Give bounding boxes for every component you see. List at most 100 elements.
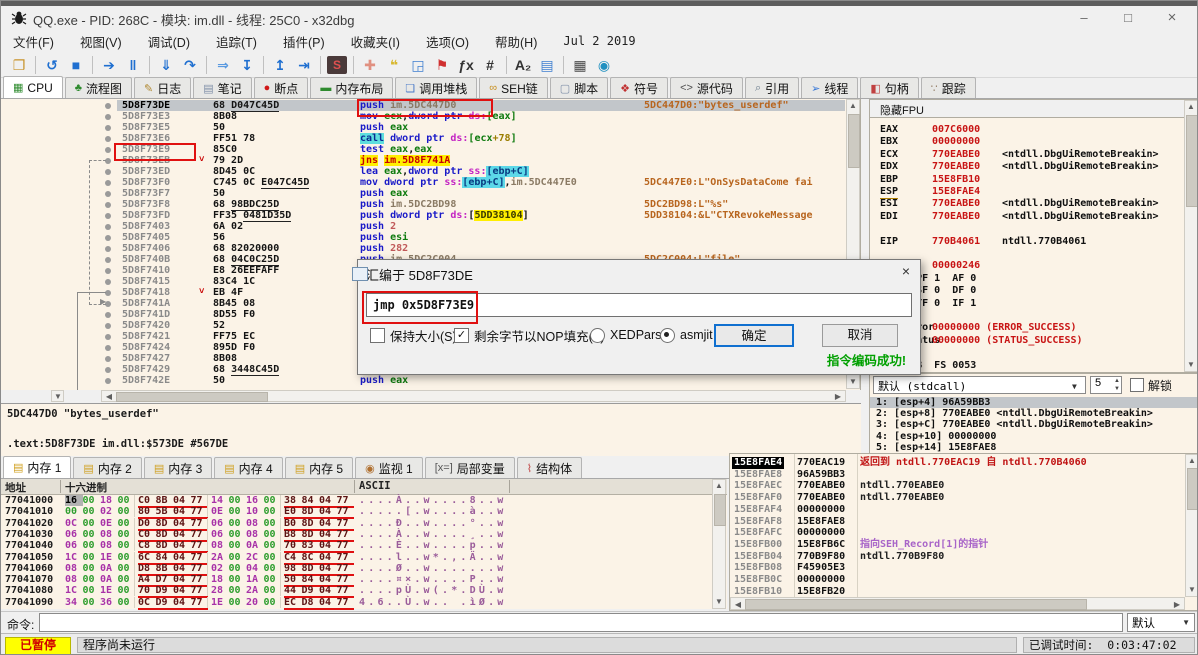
help-icon[interactable]: ◉ bbox=[592, 54, 616, 76]
bookmarks-icon[interactable]: ⚑ bbox=[430, 54, 454, 76]
disasm-row[interactable]: 5D8F742E 50 push eax bbox=[1, 375, 846, 386]
command-input[interactable] bbox=[39, 613, 1123, 632]
breakpoint-dot-icon[interactable] bbox=[105, 102, 111, 109]
tab-symbols[interactable]: ❖ 符号 bbox=[610, 77, 669, 98]
radio-selected-icon[interactable] bbox=[660, 327, 675, 343]
tab-watch1[interactable]: ◉ 监视 1 bbox=[355, 457, 423, 478]
register-row[interactable]: EBX 00000000 bbox=[870, 136, 1184, 148]
argument-row[interactable]: 5: [esp+14] 15E8FAE8 bbox=[870, 442, 1197, 453]
stack-row[interactable]: 15E8FB10 15E8FB20 bbox=[730, 586, 1185, 598]
calculator-icon[interactable]: ▦ bbox=[568, 54, 592, 76]
tab-graph[interactable]: ♣ 流程图 bbox=[64, 77, 132, 98]
asmjit-radio[interactable]: asmjit bbox=[660, 326, 713, 344]
stack-row[interactable]: 15E8FAE8 96A59BB3 bbox=[730, 469, 1185, 481]
stack-row[interactable]: 15E8FAE4 770EAC19 返回到 ntdll.770EAC19 自 ntd… bbox=[730, 457, 1185, 469]
stack-row[interactable]: 15E8FAF8 15E8FAE8 bbox=[730, 516, 1185, 528]
disasm-row[interactable]: 5D8F7403 6A 02 push 2 bbox=[1, 221, 846, 232]
tab-seh[interactable]: ∞ SEH链 bbox=[479, 77, 548, 98]
breakpoint-dot-icon[interactable] bbox=[105, 113, 111, 120]
register-row[interactable]: EDI 770EABE0 <ntdll.DbgUiRemoteBreakin> bbox=[870, 211, 1184, 223]
tab-threads[interactable]: ➢ 线程 bbox=[801, 77, 859, 98]
dump-row[interactable]: 77041040 06 00 08 00 C8 8D 04 77 08 00 0A 00 70 83 04 77… bbox=[1, 540, 711, 554]
labels-icon[interactable]: ◲ bbox=[406, 54, 430, 76]
tab-cpu[interactable]: ▦ CPU bbox=[3, 76, 63, 98]
menu-调试(D)[interactable]: 调试(D) bbox=[148, 32, 190, 51]
tab-references[interactable]: ⌕ 引用 bbox=[744, 77, 800, 98]
run-trace-icon[interactable]: ⇒ bbox=[211, 54, 235, 76]
disasm-row[interactable]: 5D8F73ED 8D45 0C lea eax,dword ptr ss:[ebp… bbox=[1, 166, 846, 177]
checkbox-icon[interactable] bbox=[370, 327, 385, 343]
minimize-button[interactable]: – bbox=[1065, 6, 1103, 30]
menu-收藏夹(I)[interactable]: 收藏夹(I) bbox=[351, 32, 400, 51]
fill-nop-checkbox[interactable]: ✓ 剩余字节以NOP填充(F) bbox=[454, 326, 605, 344]
argument-row[interactable]: 3: [esp+C] 770EABE0 <ntdll.DbgUiRemoteBr… bbox=[870, 419, 1197, 430]
register-row[interactable]: ECX 770EABE0 <ntdll.DbgUiRemoteBreakin> bbox=[870, 149, 1184, 161]
ok-button[interactable]: 确定 bbox=[714, 324, 794, 347]
register-row[interactable]: ESI 770EABE0 <ntdll.DbgUiRemoteBreakin> bbox=[870, 198, 1184, 210]
command-mode-select[interactable]: 默认 ▼ bbox=[1127, 613, 1195, 632]
unlock-checkbox[interactable] bbox=[1130, 378, 1144, 392]
stack-row[interactable]: 15E8FAF4 00000000 bbox=[730, 504, 1185, 516]
dump-row[interactable]: 77041010 00 00 02 00 80 5B 04 77 0E 00 10 00 E0 8D 04 77… bbox=[1, 506, 711, 520]
argument-row[interactable]: 2: [esp+8] 770EABE0 <ntdll.DbgUiRemoteBr… bbox=[870, 408, 1197, 419]
attach-icon[interactable]: ⇥ bbox=[292, 54, 316, 76]
tab-dump4[interactable]: ▤ 内存 4 bbox=[214, 457, 283, 478]
tab-dump5[interactable]: ▤ 内存 5 bbox=[284, 457, 354, 478]
cancel-button[interactable]: 取消 bbox=[822, 324, 898, 347]
stack-row[interactable]: 15E8FB08 F45905E3 bbox=[730, 562, 1185, 574]
disasm-row[interactable]: 5D8F73E5 50 push eax bbox=[1, 122, 846, 133]
menu-插件(P)[interactable]: 插件(P) bbox=[283, 32, 325, 51]
tab-dump2[interactable]: ▤ 内存 2 bbox=[73, 457, 142, 478]
step-out-icon[interactable]: ↧ bbox=[235, 54, 259, 76]
patches-icon[interactable]: ✚ bbox=[358, 54, 382, 76]
dump-row[interactable]: 77041030 06 00 08 00 C0 8D 04 77 06 00 08 00 B8 8D 04 77… bbox=[1, 528, 711, 542]
hash-icon[interactable]: # bbox=[478, 54, 502, 76]
tab-trace[interactable]: ∵ 跟踪 bbox=[920, 77, 976, 98]
xedparse-radio[interactable]: XEDParse bbox=[590, 326, 668, 344]
disasm-hscrollbar[interactable]: ◀ ▶ bbox=[101, 390, 846, 402]
dump-row[interactable]: 77041000 16 00 18 00 C0 8B 04 77 14 00 16 00 38 84 04 77… bbox=[1, 495, 711, 508]
close-button[interactable]: × bbox=[1153, 6, 1191, 30]
tab-script[interactable]: ▢ 脚本 bbox=[549, 77, 609, 98]
argument-row[interactable]: 1: [esp+4] 96A59BB3 bbox=[870, 397, 1197, 409]
hide-fpu-button[interactable]: 隐藏FPU bbox=[870, 100, 1184, 118]
register-row[interactable]: EBP 15E8FB10 bbox=[870, 174, 1184, 186]
strings-icon[interactable]: A₂ bbox=[511, 54, 535, 76]
tab-memory-map[interactable]: ▬ 内存布局 bbox=[310, 77, 394, 98]
functions-icon[interactable]: ƒx bbox=[454, 54, 478, 76]
disasm-row[interactable]: 5D8F7406 68 82020000 push 282 bbox=[1, 243, 846, 254]
dump-row[interactable]: 77041050 1C 00 1E 00 6C 84 04 77 2A 00 2C 00 C4 8C 04 77… bbox=[1, 551, 711, 565]
open-file-icon[interactable]: ❐ bbox=[7, 54, 31, 76]
dump-row[interactable]: 77041090 34 00 36 00 0C D9 04 77 1E 00 20 00 EC D8 04 77… bbox=[1, 596, 711, 610]
stack-row[interactable]: 15E8FAEC 770EABE0 ntdll.770EABE0 bbox=[730, 480, 1185, 492]
dump-row[interactable]: 77041020 0C 00 0E 00 D0 8D 04 77 06 00 08 00 B0 8D 04 77… bbox=[1, 517, 711, 531]
stack-panel[interactable]: 15E8FAE4 770EAC19 返回到 ntdll.770EAC19 自 ntd… bbox=[729, 453, 1197, 611]
stop-icon[interactable]: ■ bbox=[64, 54, 88, 76]
stack-vscrollbar[interactable]: ▲ ▼ bbox=[1185, 454, 1197, 597]
tab-notes[interactable]: ▤ 笔记 bbox=[193, 77, 252, 98]
tab-source[interactable]: <> 源代码 bbox=[670, 77, 743, 98]
stack-row[interactable]: 15E8FB0C 00000000 bbox=[730, 574, 1185, 586]
tab-log[interactable]: ✎ 日志 bbox=[133, 77, 192, 98]
tab-call-stack[interactable]: ❏ 调用堆栈 bbox=[395, 77, 478, 98]
maximize-button[interactable]: □ bbox=[1109, 6, 1147, 30]
disasm-row[interactable]: 5D8F7405 56 push esi bbox=[1, 232, 846, 243]
register-row[interactable] bbox=[870, 223, 1184, 235]
register-row[interactable]: EDX 770EABE0 <ntdll.DbgUiRemoteBreakin> bbox=[870, 161, 1184, 173]
run-user-code-icon[interactable]: ↥ bbox=[268, 54, 292, 76]
dump-row[interactable]: 77041060 08 00 0A 00 D8 8B 04 77 02 00 04 00 98 8D 04 77… bbox=[1, 562, 711, 576]
stack-row[interactable]: 15E8FB00 15E8FB6C 指向SEH_Record[1]的指针 bbox=[730, 539, 1185, 551]
tab-dump3[interactable]: ▤ 内存 3 bbox=[143, 457, 213, 478]
registers-vscrollbar[interactable]: ▲ ▼ bbox=[1184, 100, 1197, 372]
argument-row[interactable]: 4: [esp+10] 00000000 bbox=[870, 431, 1197, 442]
run-icon[interactable]: ➔ bbox=[97, 54, 121, 76]
breakpoint-dot-icon[interactable] bbox=[105, 124, 111, 131]
radio-icon[interactable] bbox=[590, 327, 605, 343]
breakpoint-dot-icon[interactable] bbox=[105, 146, 111, 153]
stack-hscrollbar[interactable]: ◀ ▶ bbox=[730, 597, 1185, 610]
tab-struct[interactable]: ⌇ 结构体 bbox=[516, 457, 583, 478]
dialog-close-icon[interactable]: × bbox=[902, 263, 910, 279]
tab-breakpoints[interactable]: ● 断点 bbox=[253, 77, 309, 98]
stack-row[interactable]: 15E8FAFC 00000000 bbox=[730, 527, 1185, 539]
keep-size-checkbox[interactable]: 保持大小(S) bbox=[370, 326, 457, 344]
